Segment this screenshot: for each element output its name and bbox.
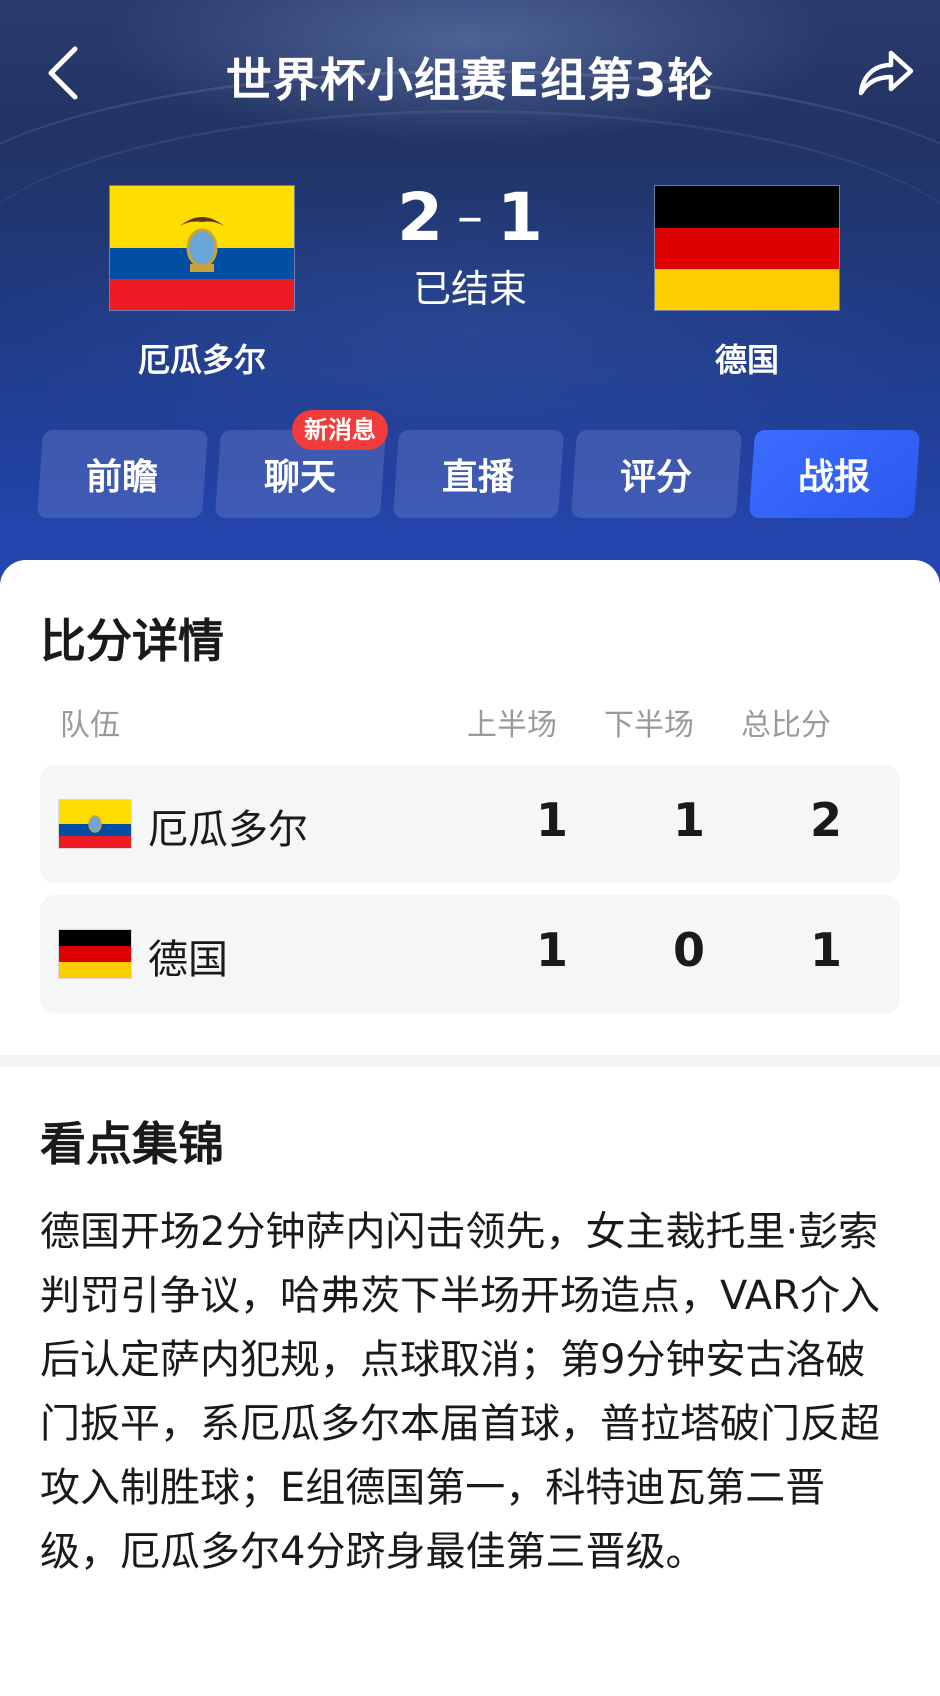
share-icon	[858, 50, 914, 96]
column-header-second-half: 下半场	[604, 708, 694, 743]
away-score: 1	[497, 179, 543, 256]
team-name: 德国	[148, 937, 228, 983]
back-arrow-icon	[48, 46, 78, 100]
section-divider	[0, 1055, 940, 1067]
top-bar: 世界杯小组赛E组第3轮	[0, 30, 940, 120]
column-header-total: 总比分	[741, 708, 831, 743]
home-team-name: 厄瓜多尔	[137, 341, 266, 379]
second-half-score: 0	[672, 923, 705, 977]
page-title: 世界杯小组赛E组第3轮	[225, 53, 715, 107]
home-score: 2	[397, 179, 443, 256]
highlights-title: 看点集锦	[40, 1117, 224, 1171]
total-score: 1	[809, 923, 842, 977]
score-separator: –	[457, 187, 483, 247]
new-message-badge: 新消息	[292, 410, 388, 450]
away-team[interactable]: 德国	[652, 185, 842, 381]
column-header-first-half: 上半场	[467, 708, 557, 743]
tab-ratings[interactable]: 评分	[570, 430, 743, 518]
tab-live[interactable]: 直播	[392, 430, 565, 518]
match-header: 世界杯小组赛E组第3轮 厄瓜多尔 2–1 已结束 德国 新消息 前瞻 聊天 直播…	[0, 0, 940, 600]
team-name: 厄瓜多尔	[148, 807, 308, 853]
ecuador-flag-icon	[58, 799, 132, 849]
tab-preview[interactable]: 前瞻	[36, 430, 209, 518]
share-button[interactable]	[850, 38, 920, 108]
table-row[interactable]: 德国 1 0 1	[40, 895, 900, 1013]
match-status: 已结束	[412, 267, 527, 311]
highlights-text: 德国开场2分钟萨内闪击领先，女主裁托里·彭索判罚引争议，哈弗茨下半场开场造点，V…	[40, 1209, 880, 1575]
table-row[interactable]: 厄瓜多尔 1 1 2	[40, 765, 900, 883]
away-team-name: 德国	[714, 341, 779, 379]
tab-label: 聊天	[264, 457, 337, 498]
first-half-score: 1	[535, 793, 568, 847]
match-score: 2–1	[360, 178, 580, 263]
column-header-team: 队伍	[60, 708, 120, 743]
tab-label: 评分	[620, 457, 693, 498]
score-table-header: 队伍 上半场 下半场 总比分	[60, 700, 900, 743]
ecuador-flag-icon	[109, 185, 295, 311]
back-button[interactable]	[28, 38, 98, 108]
germany-flag-icon	[654, 185, 840, 311]
first-half-score: 1	[535, 923, 568, 977]
tab-label: 前瞻	[86, 457, 159, 498]
tab-report[interactable]: 战报	[748, 430, 921, 518]
home-team[interactable]: 厄瓜多尔	[107, 185, 297, 381]
score-detail-title: 比分详情	[40, 614, 224, 668]
total-score: 2	[809, 793, 842, 847]
content-card: 比分详情 队伍 上半场 下半场 总比分 厄瓜多尔 1 1 2 德国 1 0 1 …	[0, 560, 940, 1696]
tab-label: 直播	[442, 457, 515, 498]
tab-bar: 前瞻 聊天 直播 评分 战报	[30, 430, 921, 520]
second-half-score: 1	[672, 793, 705, 847]
tab-label: 战报	[798, 457, 871, 498]
germany-flag-icon	[58, 929, 132, 979]
